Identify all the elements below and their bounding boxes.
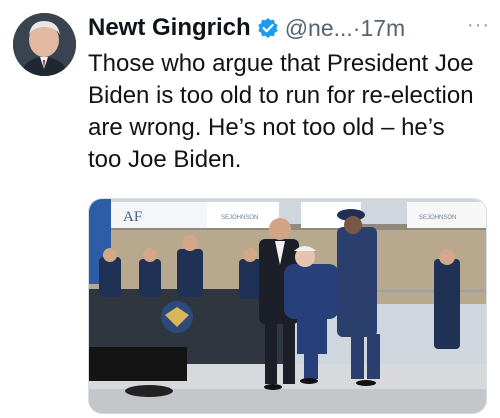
tweet-photo[interactable]: AF SEJOHNSON SEJOHNSON	[88, 198, 487, 414]
more-options-icon[interactable]: ···	[467, 14, 490, 37]
author-avatar[interactable]	[13, 13, 76, 76]
tweet-header: Newt Gingrich @ne... · 17m ···	[88, 12, 490, 44]
verified-badge-icon	[257, 17, 279, 39]
sign-sejohnson-1: SEJOHNSON	[221, 215, 258, 221]
author-name[interactable]: Newt Gingrich	[88, 14, 251, 42]
tweet-timestamp[interactable]: 17m	[360, 15, 405, 42]
separator-dot: ·	[352, 14, 361, 41]
author-handle[interactable]: @ne...	[285, 15, 353, 42]
sign-af: AF	[123, 209, 142, 225]
ceremony-photo: AF SEJOHNSON SEJOHNSON	[89, 199, 486, 413]
author-photo	[13, 13, 76, 76]
tweet-text: Those who argue that President Joe Biden…	[88, 50, 474, 173]
sign-sejohnson-2: SEJOHNSON	[419, 215, 456, 221]
